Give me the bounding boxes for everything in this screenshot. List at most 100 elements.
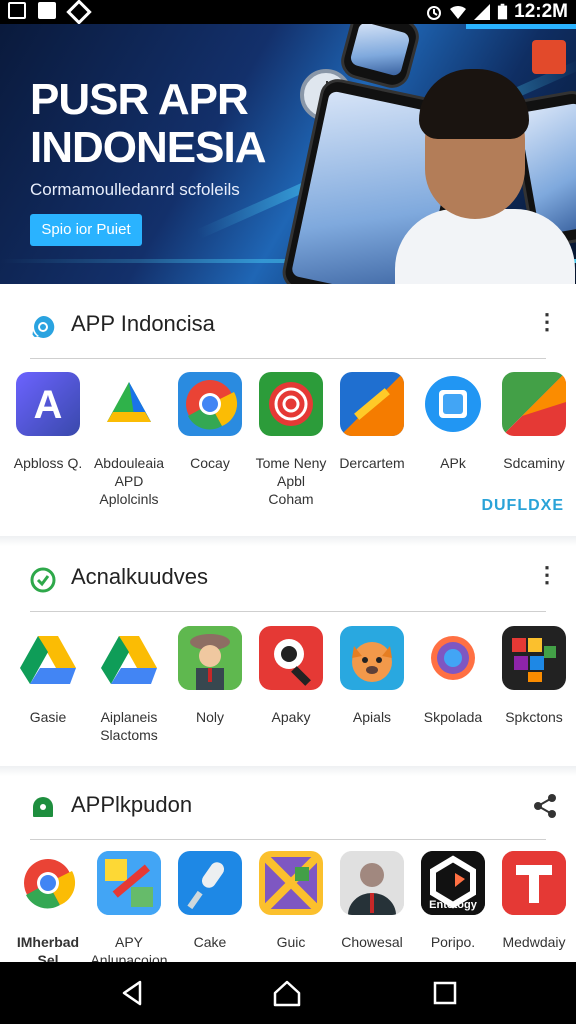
brush-icon	[97, 851, 161, 915]
camera-lens-icon	[421, 626, 485, 690]
app-tile[interactable]: Sdcaminy	[494, 372, 574, 472]
section-title: APPlkpudon	[71, 792, 193, 817]
app-tile[interactable]: Apials	[332, 626, 412, 726]
recents-icon[interactable]	[430, 978, 460, 1008]
banner-accent-line	[466, 24, 576, 29]
drive-triangle-icon	[97, 372, 161, 436]
app-tile[interactable]: Abdouleaia APD Aplolcinls	[89, 372, 169, 508]
puzzle-icon	[502, 626, 566, 690]
app-label: Poripo.	[430, 934, 476, 950]
check-circle-icon	[30, 567, 56, 593]
chrome-icon	[178, 372, 242, 436]
section-header-app-indoncisa: APP Indoncisa ⋮	[0, 292, 576, 359]
microphone-icon	[178, 851, 242, 915]
app-label: Apbloss Q.	[13, 455, 83, 471]
app-label: Guic	[276, 934, 306, 950]
navigation-bar	[0, 962, 576, 1024]
app-tile[interactable]: A Apbloss Q.	[8, 372, 88, 472]
back-icon[interactable]	[118, 978, 148, 1008]
banner-cta-button[interactable]: Spio ior Puiet	[30, 214, 142, 246]
chat-bubble-icon	[32, 315, 55, 338]
home-nav-icon[interactable]	[272, 978, 302, 1008]
app-label: Chowesal	[341, 934, 403, 950]
section-title: Acnalkuudves	[71, 564, 208, 589]
app-tile[interactable]: IMherbad Sel	[8, 851, 88, 969]
watermark-text: DUFLDXE	[481, 497, 564, 514]
app-tile[interactable]: Aiplaneis Slactoms	[89, 626, 169, 744]
share-icon[interactable]	[532, 793, 558, 819]
app-tile[interactable]: Apaky	[251, 626, 331, 726]
status-bar: 12:2M	[0, 0, 576, 24]
drive-icon	[97, 626, 161, 690]
drive-icon	[16, 626, 80, 690]
section-divider	[30, 611, 546, 612]
app-tile[interactable]: Skpolada	[413, 626, 493, 726]
banner-person-image	[395, 69, 575, 284]
section-header-acnalkuudves: Acnalkuudves ⋮	[0, 545, 576, 612]
app-tile[interactable]: Guic	[251, 851, 331, 951]
signal-icon	[474, 4, 491, 20]
home-icon	[33, 797, 53, 817]
app-label: Noly	[195, 709, 224, 725]
svg-text:A: A	[34, 383, 63, 427]
app-label: Tome Neny Apbl Coham	[255, 455, 327, 507]
app-tile[interactable]: Dercartem	[332, 372, 412, 472]
chrome-icon	[16, 851, 80, 915]
app-label: Apaky	[271, 709, 311, 725]
pencil-icon	[340, 372, 404, 436]
fold-icon	[502, 372, 566, 436]
status-right-icons: 12:2M	[425, 1, 568, 23]
section-title: APP Indoncisa	[71, 311, 215, 336]
letter-a-icon: A	[16, 372, 80, 436]
more-vert-icon[interactable]: ⋮	[536, 564, 558, 591]
app-label: Sdcaminy	[503, 455, 565, 471]
app-label: Skpolada	[423, 709, 483, 725]
status-time: 12:2M	[514, 1, 568, 22]
app-tile[interactable]: Cake	[170, 851, 250, 951]
character-icon	[178, 626, 242, 690]
app-label: Abdouleaia APD Aplolcinls	[93, 455, 165, 507]
app-label: Cake	[193, 934, 227, 950]
battery-icon	[498, 3, 508, 20]
section-divider	[30, 839, 546, 840]
app-tile[interactable]: APk	[413, 372, 493, 472]
square-badge-icon	[421, 372, 485, 436]
wifi-icon	[450, 5, 467, 19]
more-vert-icon[interactable]: ⋮	[536, 311, 558, 338]
app-tile[interactable]: APY Anlupacoion	[89, 851, 169, 969]
hero-banner[interactable]: PUSR APR INDONESIA Cormamoulledanrd scfo…	[0, 24, 576, 284]
app-tile[interactable]: Noly	[170, 626, 250, 726]
app-tile[interactable]: Cocay	[170, 372, 250, 472]
app-tile[interactable]: Tome Neny Apbl Coham	[251, 372, 331, 508]
fox-icon	[340, 626, 404, 690]
section-header-applkpudon: APPlkpudon	[0, 773, 576, 840]
app-tile[interactable]: Medwdaiy	[494, 851, 574, 951]
shield-icon	[68, 2, 86, 19]
app-label: Gasie	[29, 709, 67, 725]
app-tile[interactable]: Chowesal	[332, 851, 412, 951]
app-label: Spkctons	[505, 709, 563, 725]
portrait-icon	[340, 851, 404, 915]
app-tile[interactable]: Spkctons	[494, 626, 574, 726]
alarm-icon	[427, 6, 442, 20]
status-left-icons	[8, 2, 86, 19]
app-label: Cocay	[190, 455, 230, 471]
app-label: Aiplaneis Slactoms	[100, 709, 158, 743]
app-label: Apials	[352, 709, 392, 725]
banner-title: PUSR APR INDONESIA	[30, 75, 266, 172]
app-label: Medwdaiy	[502, 934, 566, 950]
app-icon-badge-text: Entotogy	[429, 899, 477, 911]
grid-x-icon	[259, 851, 323, 915]
spiral-icon	[259, 372, 323, 436]
magnifier-icon	[259, 626, 323, 690]
app-tile[interactable]: Gasie	[8, 626, 88, 726]
letter-t-icon	[502, 851, 566, 915]
notification-icon	[8, 2, 26, 19]
m-app-icon	[38, 2, 56, 19]
app-tile[interactable]: Entotogy Poripo.	[413, 851, 493, 951]
section-divider	[30, 358, 546, 359]
banner-subtitle: Cormamoulledanrd scfoleils	[30, 180, 240, 199]
app-label: Dercartem	[339, 455, 405, 471]
entotogy-icon: Entotogy	[421, 851, 485, 915]
app-label: APk	[440, 455, 466, 471]
